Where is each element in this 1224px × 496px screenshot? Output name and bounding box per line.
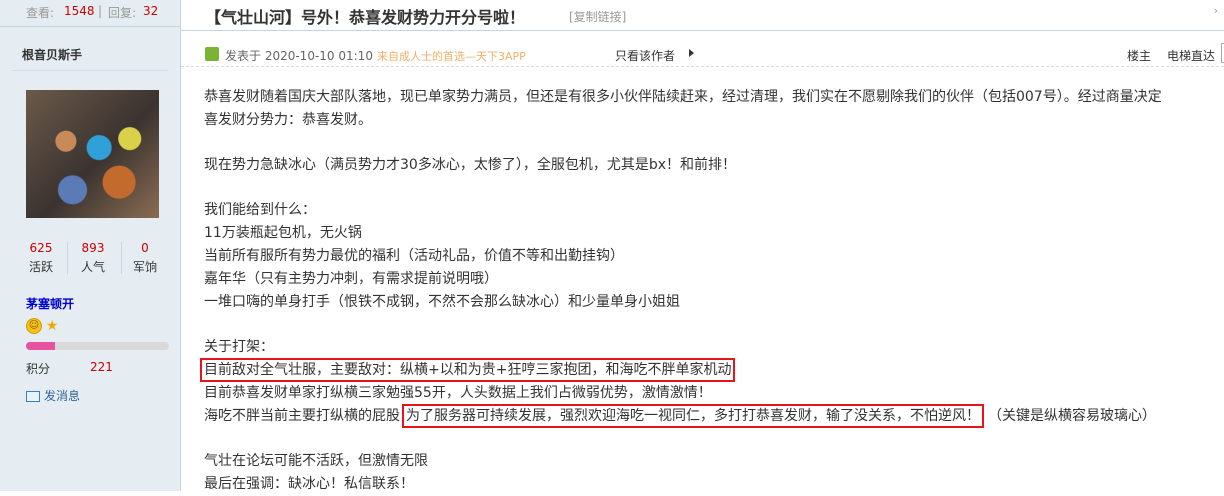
stat-value: 893 <box>81 241 105 255</box>
highlight-box: 目前敌对全气壮服，主要敌对：纵横+以和为贵+狂哼三家抱团，和海吃不胖单家机动 <box>199 358 736 382</box>
thread-stats: 查看: 1548 | 回复: 32 <box>0 0 180 27</box>
only-author-link[interactable]: 只看该作者 <box>615 47 675 64</box>
author-stat-active[interactable]: 625 活跃 <box>18 241 64 275</box>
stat-value: 625 <box>29 241 53 255</box>
stats-separator: | <box>98 4 103 18</box>
post-source-link[interactable]: 来自成人士的首选—天下3APP <box>377 48 526 64</box>
post-line: 我们能给到什么： <box>204 202 316 218</box>
online-status-icon <box>205 47 219 61</box>
chevron-right-icon[interactable]: › <box>1214 4 1218 17</box>
post-line: 现在势力急缺冰心（满员势力才30多冰心，太惨了），全服包机，尤其是bx！和前排！ <box>204 157 736 173</box>
post-text: 海吃不胖当前主要打纵横的屁股 <box>204 408 400 424</box>
post-line-highlighted: 目前敌对全气壮服，主要敌对：纵横+以和为贵+狂哼三家抱团，和海吃不胖单家机动 <box>199 358 1224 382</box>
post-line: 嘉年华（只有主势力冲刺，有需求提前说明哦） <box>204 271 498 287</box>
post-line: 最后在强调：缺冰心！私信联系！ <box>204 476 414 492</box>
views-count: 1548 <box>64 4 95 18</box>
author-stat-pay[interactable]: 0 军饷 <box>122 241 168 275</box>
post-line: 喜发财分势力：恭喜发财。 <box>204 112 372 128</box>
divider <box>12 70 168 71</box>
user-group-link[interactable]: 茅塞顿开 <box>26 295 74 312</box>
post-line: 关于打架： <box>204 339 274 355</box>
post-line-mixed: 海吃不胖当前主要打纵横的屁股 为了服务器可持续发展，强烈欢迎海吃一视同仁，多打打恭… <box>204 404 1224 428</box>
envelope-icon <box>26 391 40 402</box>
post-date: 发表于 2020-10-10 01:10 <box>225 49 373 63</box>
author-name[interactable]: 根音贝斯手 <box>22 46 82 63</box>
divider <box>67 242 68 274</box>
author-stat-popularity[interactable]: 893 人气 <box>70 241 116 275</box>
highlight-box: 为了服务器可持续发展，强烈欢迎海吃一视同仁，多打打恭喜发财，输了没关系，不怕逆风… <box>402 404 984 428</box>
triangle-right-icon[interactable] <box>689 49 694 57</box>
level-progress-bar <box>26 342 169 350</box>
page-title: 【气壮山河】号外！恭喜发财势力开分号啦！ <box>205 8 526 27</box>
avatar[interactable] <box>26 90 159 218</box>
replies-count: 32 <box>143 4 159 18</box>
replies-label: 回复: <box>108 6 137 20</box>
views-label: 查看: <box>26 6 55 20</box>
points-label: 积分 <box>26 362 51 376</box>
post-line: 气壮在论坛可能不活跃，但激情无限 <box>204 453 428 469</box>
post-line: 一堆口嗨的单身打手（恨铁不成钢，不然不会那么缺冰心）和少量单身小姐姐 <box>204 294 680 310</box>
level-icons: ☺ ★ <box>26 318 58 336</box>
post-line: 恭喜发财随着国庆大部队落地，现已单家势力满员，但还是有很多小伙伴陆续赶来，经过清… <box>204 89 1162 105</box>
stat-label: 活跃 <box>28 260 53 274</box>
points-value: 221 <box>90 360 113 374</box>
post-meta: 发表于 2020-10-10 01:10 来自成人士的首选—天下3APP 只看该… <box>181 40 1224 67</box>
post-line: 目前恭喜发财单家打纵横三家勉强55开，人头数据上我们占微弱优势，激情激情！ <box>204 385 712 401</box>
elevator-label: 电梯直达 <box>1167 49 1216 63</box>
post-title-bar: 【气壮山河】号外！恭喜发财势力开分号啦！ [复制链接] › <box>181 0 1224 31</box>
post-text: （关键是纵横容易玻璃心） <box>988 408 1156 424</box>
stat-value: 0 <box>141 241 149 255</box>
stat-label: 军饷 <box>132 260 157 274</box>
floor-label: 楼主 <box>1127 49 1152 63</box>
stat-label: 人气 <box>80 260 105 274</box>
star-icon: ★ <box>45 318 59 334</box>
send-message-label: 发消息 <box>44 389 81 403</box>
post-line: 当前所有服所有势力最优的福利（活动礼品，价值不等和出勤挂钩） <box>204 248 624 264</box>
post-line: 11万装瓶起包机，无火锅 <box>204 225 362 241</box>
level-progress-fill <box>26 342 55 350</box>
post-content: 恭喜发财随着国庆大部队落地，现已单家势力满员，但还是有很多小伙伴陆续赶来，经过清… <box>199 86 1224 496</box>
author-panel: 查看: 1548 | 回复: 32 根音贝斯手 625 活跃 893 人气 0 … <box>0 0 181 491</box>
send-message-link[interactable]: 发消息 <box>26 387 80 404</box>
copy-link-button[interactable]: [复制链接] <box>569 8 626 25</box>
smiley-face-icon: ☺ <box>26 318 42 334</box>
